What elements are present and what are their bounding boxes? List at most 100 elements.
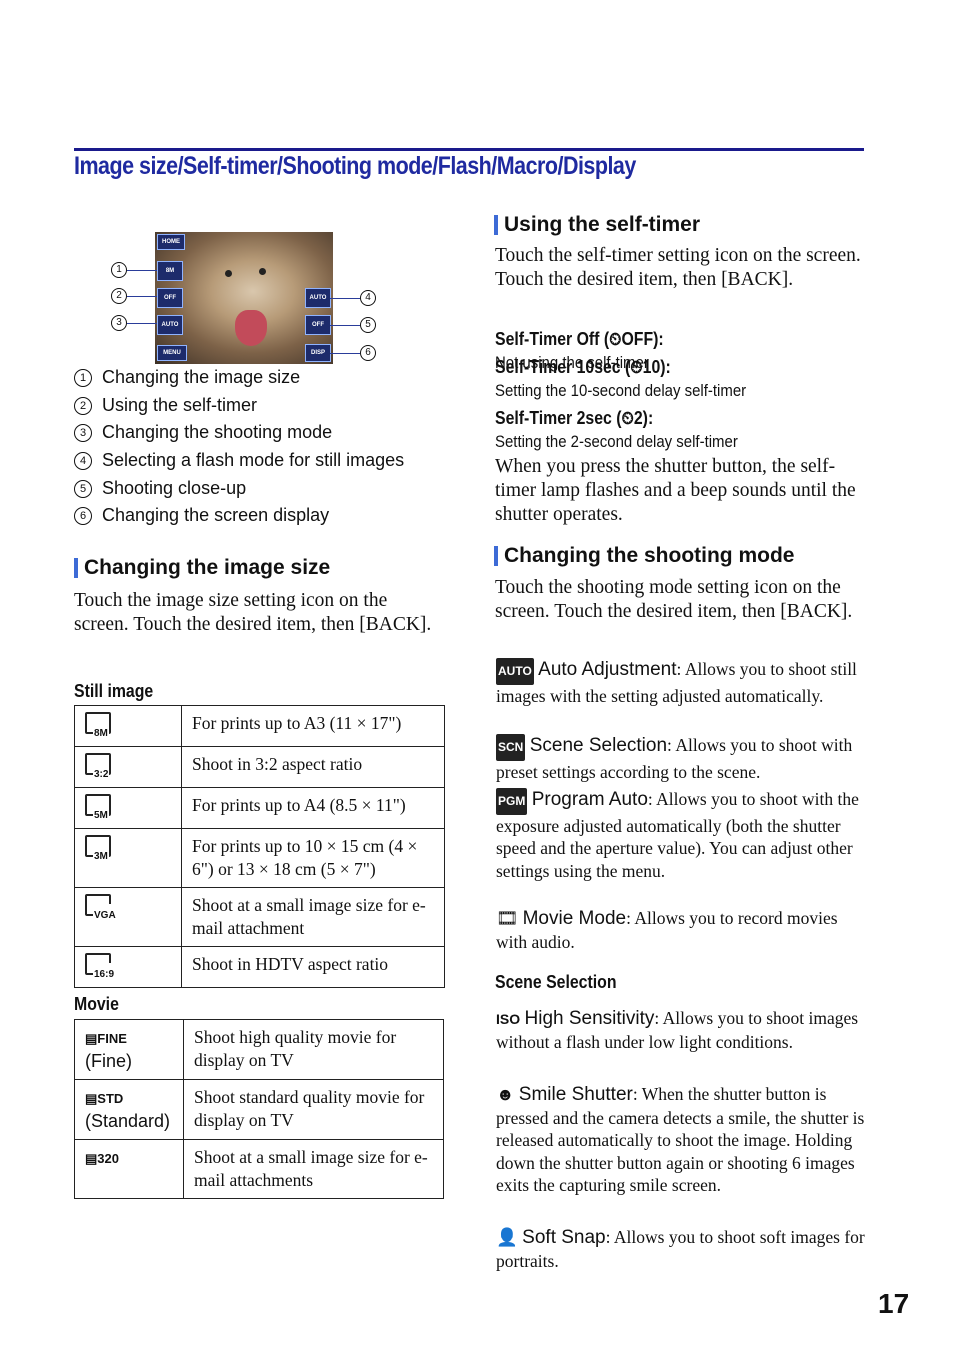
- scene-mode-icon: SCN: [496, 734, 526, 761]
- legend-label: Selecting a flash mode for still images: [102, 450, 405, 470]
- display-button[interactable]: DISP: [305, 344, 331, 362]
- icon-cell: 8M: [74, 705, 182, 747]
- home-button[interactable]: HOME: [157, 234, 185, 250]
- mode-item-movie: 🎞 Movie Mode: Allows you to record movie…: [496, 908, 838, 952]
- mode-term: Program Auto: [531, 789, 648, 810]
- shooting-mode-button[interactable]: AUTO: [157, 315, 183, 335]
- callout-line: [127, 270, 157, 271]
- table-row: 3:2 Shoot in 3:2 aspect ratio: [74, 746, 445, 788]
- description-cell: Shoot high quality movie for display on …: [183, 1019, 444, 1080]
- movie-fine-icon: ▤FINE: [85, 1031, 127, 1046]
- description-cell: Shoot standard quality movie for display…: [183, 1079, 444, 1140]
- heading-bar: [74, 558, 78, 578]
- menu-button[interactable]: MENU: [157, 345, 187, 361]
- legend-label: Changing the screen display: [102, 505, 330, 525]
- scene-term: Soft Snap: [522, 1227, 606, 1248]
- table-row: ▤STD (Standard) Shoot standard quality mov…: [74, 1079, 444, 1140]
- description-cell: Shoot in HDTV aspect ratio: [181, 946, 445, 988]
- scene-selection-heading: Scene Selection: [495, 972, 617, 992]
- callout-line: [330, 353, 360, 354]
- description-cell: Shoot at a small image size for e-mail a…: [183, 1139, 444, 1199]
- mode-term: Auto Adjustment: [538, 659, 677, 680]
- self-timer-2sec-item: Self-Timer 2sec (⏲2): Setting the 2-seco…: [495, 407, 865, 453]
- legend-number: 4: [74, 451, 92, 470]
- movie-mode-icon: 🎞: [496, 908, 519, 928]
- description-cell: Shoot in 3:2 aspect ratio: [181, 746, 445, 788]
- table-row: 3M For prints up to 10 × 15 cm (4 × 6") o…: [74, 828, 445, 888]
- description-cell: Shoot at a small image size for e-mail a…: [181, 887, 445, 947]
- movie-quality-label: (Standard): [85, 1111, 171, 1131]
- legend-number: 2: [74, 396, 92, 415]
- legend-item: 1 Changing the image size: [74, 367, 300, 388]
- icon-cell: 16:9: [74, 946, 182, 988]
- legend-number: 3: [74, 423, 92, 442]
- description-cell: For prints up to A4 (8.5 × 11"): [181, 787, 445, 829]
- image-size-3m-icon: 3M: [85, 835, 111, 868]
- dog-mouth: [235, 310, 267, 346]
- icon-cell: ▤STD (Standard): [74, 1079, 184, 1140]
- macro-button[interactable]: OFF: [305, 315, 331, 335]
- term-description: Setting the 2-second delay self-timer: [495, 431, 738, 451]
- iso-icon: ISO: [496, 1011, 521, 1027]
- smile-icon: ☻: [496, 1084, 515, 1104]
- movie-heading: Movie: [74, 994, 119, 1014]
- image-size-16-9-icon: 16:9: [85, 953, 116, 986]
- callout-line: [127, 323, 157, 324]
- icon-cell: ▤320: [74, 1139, 184, 1199]
- mode-term: Scene Selection: [529, 735, 668, 756]
- camera-screen-illustration: HOME 8M OFF AUTO MENU AUTO OFF DISP: [155, 232, 333, 364]
- image-size-8m-icon: 8M: [85, 712, 111, 745]
- mode-item-scene: SCN Scene Selection: Allows you to shoot…: [496, 734, 853, 782]
- self-timer-10-icon: ⏲10: [630, 357, 661, 377]
- page-title: Image size/Self-timer/Shooting mode/Flas…: [74, 152, 636, 180]
- legend-label: Using the self-timer: [102, 395, 258, 415]
- movie-320-icon: ▤320: [85, 1151, 119, 1166]
- dog-eye: [225, 270, 232, 277]
- mode-item-program: PGM Program Auto: Allows you to shoot wi…: [496, 788, 859, 881]
- legend-number: 6: [74, 506, 92, 525]
- table-row: ▤FINE (Fine) Shoot high quality movie for …: [74, 1019, 444, 1080]
- dog-eye: [259, 268, 266, 275]
- icon-cell: 3:2: [74, 746, 182, 788]
- mode-term: Movie Mode: [522, 908, 627, 929]
- legend-item: 2 Using the self-timer: [74, 395, 257, 416]
- section-heading-shooting-mode: Changing the shooting mode: [494, 544, 794, 568]
- self-timer-2-icon: ⏲2: [621, 408, 643, 428]
- table-row: 8M For prints up to A3 (11 × 17"): [74, 705, 445, 747]
- term-label: Self-Timer 2sec (: [495, 408, 622, 428]
- heading-text: Changing the shooting mode: [504, 544, 795, 567]
- callout-number: 1: [111, 262, 127, 278]
- page-number: 17: [878, 1288, 910, 1319]
- section-heading-image-size: Changing the image size: [74, 556, 330, 580]
- image-size-button[interactable]: 8M: [157, 261, 183, 281]
- image-size-5m-icon: 5M: [85, 794, 111, 827]
- scene-term: Smile Shutter: [518, 1084, 633, 1105]
- still-image-table: 8M For prints up to A3 (11 × 17") 3:2 Shoo…: [74, 705, 445, 988]
- section-heading-self-timer: Using the self-timer: [494, 213, 700, 237]
- table-row: 16:9 Shoot in HDTV aspect ratio: [74, 946, 445, 988]
- callout-number: 6: [360, 345, 376, 361]
- self-timer-10sec-item: Self-Timer 10sec (⏲10): Setting the 10-s…: [495, 356, 865, 402]
- icon-cell: VGA: [74, 887, 182, 947]
- self-timer-off-icon: ⏲OFF: [609, 329, 654, 349]
- description-cell: For prints up to A3 (11 × 17"): [181, 705, 445, 747]
- callout-number: 3: [111, 315, 127, 331]
- legend-item: 6 Changing the screen display: [74, 505, 329, 526]
- movie-std-icon: ▤STD: [85, 1091, 124, 1106]
- legend-label: Changing the image size: [102, 367, 301, 387]
- heading-text: Using the self-timer: [504, 213, 701, 236]
- legend-number: 5: [74, 479, 92, 498]
- table-row: 5M For prints up to A4 (8.5 × 11"): [74, 787, 445, 829]
- callout-number: 4: [360, 290, 376, 306]
- self-timer-button[interactable]: OFF: [157, 288, 183, 308]
- table-row: VGA Shoot at a small image size for e-mai…: [74, 887, 445, 947]
- callout-line: [127, 296, 157, 297]
- flash-button[interactable]: AUTO: [305, 288, 331, 308]
- auto-mode-icon: AUTO: [496, 658, 534, 685]
- scene-item-smile-shutter: ☻ Smile Shutter: When the shutter button…: [496, 1084, 865, 1195]
- scene-term: High Sensitivity: [524, 1008, 655, 1029]
- description-cell: For prints up to 10 × 15 cm (4 × 6") or …: [181, 828, 445, 888]
- movie-table: ▤FINE (Fine) Shoot high quality movie for …: [74, 1019, 444, 1199]
- callout-line: [330, 325, 360, 326]
- shooting-mode-intro: Touch the shooting mode setting icon on …: [495, 577, 853, 622]
